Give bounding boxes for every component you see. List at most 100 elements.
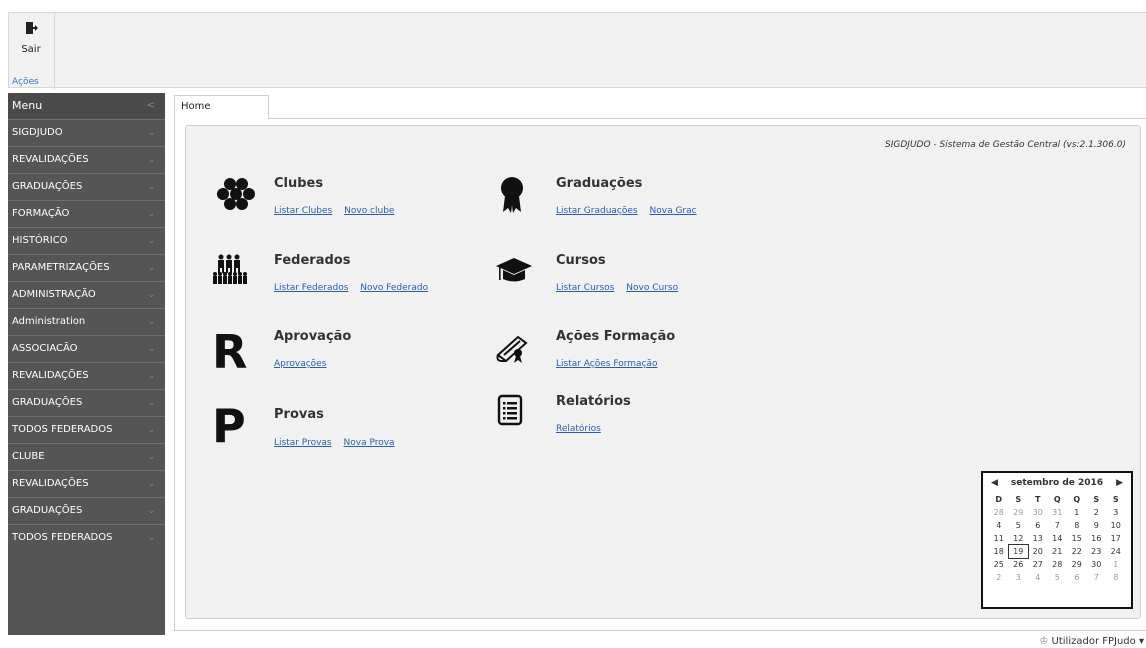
calendar-day[interactable]: 31 bbox=[1048, 506, 1068, 519]
calendar-day[interactable]: 4 bbox=[1028, 571, 1048, 584]
calendar-day[interactable]: 30 bbox=[1028, 506, 1048, 519]
sidebar-item-associacao[interactable]: ASSOCIACÃO ⌄ bbox=[8, 335, 165, 362]
calendar-day[interactable]: 1 bbox=[1067, 506, 1087, 519]
sidebar-item-sigdjudo[interactable]: SIGDJUDO ⌄ bbox=[8, 119, 165, 146]
sidebar-item-clube[interactable]: CLUBE ⌄ bbox=[8, 443, 165, 470]
calendar-day[interactable]: 26 bbox=[1009, 558, 1029, 571]
sidebar-item-graduacoes-2[interactable]: GRADUAÇÕES ⌄ bbox=[8, 389, 165, 416]
sidebar-item-label: HISTÓRICO bbox=[12, 235, 68, 246]
calendar-day[interactable]: 3 bbox=[1106, 506, 1126, 519]
tab-home[interactable]: Home bbox=[174, 95, 269, 119]
sidebar-item-todos-federados[interactable]: TODOS FEDERADOS ⌄ bbox=[8, 416, 165, 443]
link-nova-graduacao[interactable]: Nova Grac bbox=[650, 206, 697, 216]
link-listar-federados[interactable]: Listar Federados bbox=[274, 283, 348, 293]
sidebar-item-revalidacoes-3[interactable]: REVALIDAÇÕES ⌄ bbox=[8, 470, 165, 497]
calendar-day[interactable]: 22 bbox=[1067, 545, 1087, 558]
day-of-week: S bbox=[1093, 495, 1100, 504]
chevron-down-icon: ⌄ bbox=[148, 452, 155, 461]
sidebar-item-todos-federados-2[interactable]: TODOS FEDERADOS ⌄ bbox=[8, 524, 165, 551]
tile-acoes-formacao-title: Ações Formação bbox=[556, 329, 676, 344]
calendar-day[interactable]: 21 bbox=[1048, 545, 1068, 558]
sidebar-item-label: SIGDJUDO bbox=[12, 127, 63, 138]
link-listar-provas[interactable]: Listar Provas bbox=[274, 438, 332, 448]
link-aprovacoes[interactable]: Aprovações bbox=[274, 359, 326, 369]
calendar-day[interactable]: 10 bbox=[1106, 519, 1126, 532]
sidebar-item-label: GRADUAÇÕES bbox=[12, 397, 83, 408]
menu-header[interactable]: Menu < bbox=[8, 93, 165, 119]
calendar-day[interactable]: 7 bbox=[1087, 571, 1107, 584]
calendar-day[interactable]: 24 bbox=[1106, 545, 1126, 558]
link-relatorios[interactable]: Relatórios bbox=[556, 424, 601, 434]
calendar-day[interactable]: 18 bbox=[989, 545, 1009, 558]
calendar-day[interactable]: 8 bbox=[1106, 571, 1126, 584]
link-listar-acoes-formacao[interactable]: Listar Ações Formação bbox=[556, 359, 658, 369]
link-novo-federado[interactable]: Novo Federado bbox=[360, 283, 428, 293]
sidebar-item-parametrizacoes[interactable]: PARAMETRIZAÇÕES ⌄ bbox=[8, 254, 165, 281]
calendar-day[interactable]: 6 bbox=[1028, 519, 1048, 532]
chevron-down-icon: ▾ bbox=[1138, 636, 1144, 647]
calendar-day[interactable]: 29 bbox=[1009, 506, 1029, 519]
tile-relatorios-links: Relatórios bbox=[556, 424, 610, 434]
sidebar-item-revalidacoes[interactable]: REVALIDAÇÕES ⌄ bbox=[8, 146, 165, 173]
sidebar-item-label: FORMAÇÃO bbox=[12, 208, 70, 219]
calendar-day[interactable]: 6 bbox=[1067, 571, 1087, 584]
sidebar-item-revalidacoes-2[interactable]: REVALIDAÇÕES ⌄ bbox=[8, 362, 165, 389]
graduation-cap-icon bbox=[496, 258, 532, 282]
chevron-down-icon: ⌄ bbox=[148, 209, 155, 218]
sidebar-item-graduacoes[interactable]: GRADUAÇÕES ⌄ bbox=[8, 173, 165, 200]
sidebar-item-historico[interactable]: HISTÓRICO ⌄ bbox=[8, 227, 165, 254]
link-listar-graduacoes[interactable]: Listar Graduações bbox=[556, 206, 638, 216]
calendar-day[interactable]: 29 bbox=[1067, 558, 1087, 571]
calendar-day[interactable]: 11 bbox=[989, 532, 1009, 545]
calendar-day[interactable]: 20 bbox=[1028, 545, 1048, 558]
collapse-chevron-icon[interactable]: < bbox=[147, 93, 155, 119]
calendar-day[interactable]: 30 bbox=[1087, 558, 1107, 571]
exit-button[interactable]: Sair bbox=[11, 17, 51, 63]
sidebar-item-graduacoes-3[interactable]: GRADUAÇÕES ⌄ bbox=[8, 497, 165, 524]
next-month-icon[interactable]: ▶ bbox=[1116, 473, 1123, 493]
sidebar-item-label: ASSOCIACÃO bbox=[12, 343, 78, 354]
calendar-day[interactable]: 12 bbox=[1009, 532, 1029, 545]
calendar-day-today[interactable]: 19 bbox=[1007, 544, 1029, 559]
calendar-day[interactable]: 5 bbox=[1009, 519, 1029, 532]
calendar-day[interactable]: 28 bbox=[1048, 558, 1068, 571]
calendar-day[interactable]: 8 bbox=[1067, 519, 1087, 532]
calendar-day[interactable]: 3 bbox=[1009, 571, 1029, 584]
sidebar-item-administration[interactable]: Administration ⌄ bbox=[8, 308, 165, 335]
award-icon bbox=[501, 177, 523, 213]
sidebar-item-label: REVALIDAÇÕES bbox=[12, 154, 89, 165]
calendar-day[interactable]: 15 bbox=[1067, 532, 1087, 545]
calendar-day[interactable]: 2 bbox=[989, 571, 1009, 584]
calendar-day[interactable]: 23 bbox=[1087, 545, 1107, 558]
user-status[interactable]: ♔ Utilizador FPJudo ▾ bbox=[1039, 636, 1146, 648]
link-nova-prova[interactable]: Nova Prova bbox=[344, 438, 395, 448]
calendar-day[interactable]: 16 bbox=[1087, 532, 1107, 545]
calendar-day[interactable]: 1 bbox=[1106, 558, 1126, 571]
day-of-week: S bbox=[1112, 495, 1119, 504]
sidebar-item-formacao[interactable]: FORMAÇÃO ⌄ bbox=[8, 200, 165, 227]
calendar-day[interactable]: 14 bbox=[1048, 532, 1068, 545]
link-listar-cursos[interactable]: Listar Cursos bbox=[556, 283, 614, 293]
calendar-day[interactable]: 4 bbox=[989, 519, 1009, 532]
tile-clubes-links: Listar Clubes Novo clube bbox=[274, 206, 403, 216]
tile-clubes: Clubes Listar Clubes Novo clube bbox=[212, 176, 472, 226]
sidebar-item-administracao[interactable]: ADMINISTRAÇÃO ⌄ bbox=[8, 281, 165, 308]
sidebar-item-label: TODOS FEDERADOS bbox=[12, 532, 113, 543]
link-novo-curso[interactable]: Novo Curso bbox=[626, 283, 678, 293]
calendar-day[interactable]: 2 bbox=[1087, 506, 1107, 519]
link-listar-clubes[interactable]: Listar Clubes bbox=[274, 206, 332, 216]
system-version-title: SIGDJUDO - Sistema de Gestão Central (vs… bbox=[885, 140, 1126, 150]
calendar-day[interactable]: 5 bbox=[1048, 571, 1068, 584]
calendar-day[interactable]: 27 bbox=[1028, 558, 1048, 571]
tile-cursos-links: Listar Cursos Novo Curso bbox=[556, 283, 687, 293]
chevron-down-icon: ⌄ bbox=[148, 290, 155, 299]
calendar-day[interactable]: 28 bbox=[989, 506, 1009, 519]
tile-provas: P Provas Listar Provas Nova Prova bbox=[212, 403, 472, 453]
calendar-day[interactable]: 7 bbox=[1048, 519, 1068, 532]
calendar-day[interactable]: 17 bbox=[1106, 532, 1126, 545]
link-novo-clube[interactable]: Novo clube bbox=[344, 206, 394, 216]
calendar-day[interactable]: 13 bbox=[1028, 532, 1048, 545]
calendar-day[interactable]: 9 bbox=[1087, 519, 1107, 532]
previous-month-icon[interactable]: ◀ bbox=[991, 473, 998, 493]
calendar-day[interactable]: 25 bbox=[989, 558, 1009, 571]
